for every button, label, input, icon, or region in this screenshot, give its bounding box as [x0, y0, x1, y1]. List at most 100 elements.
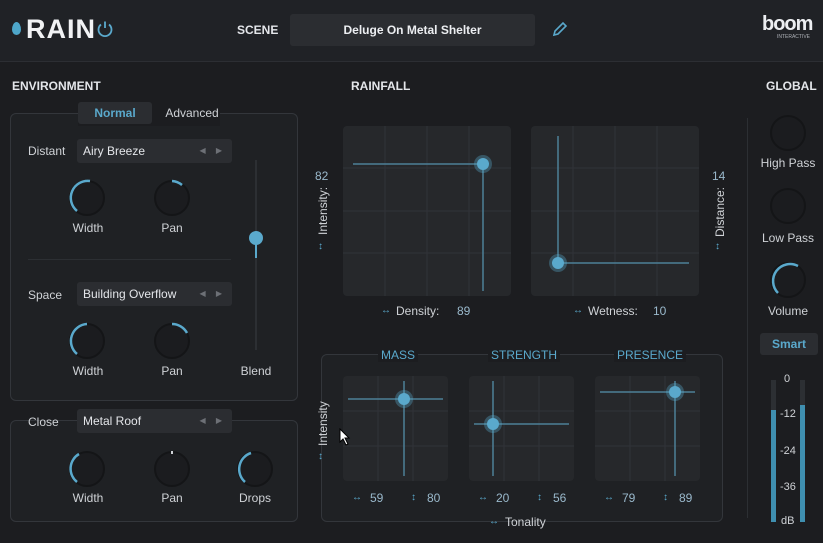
- vertical-arrow-icon: ↕: [411, 492, 416, 503]
- close-width-knob[interactable]: [67, 449, 107, 489]
- low-pass-knob[interactable]: [768, 186, 808, 226]
- strength-y-value: 56: [553, 491, 567, 505]
- edit-pencil-icon[interactable]: [551, 20, 569, 38]
- horizontal-arrow-icon: ↔: [352, 492, 362, 503]
- blend-slider-handle[interactable]: [249, 231, 263, 245]
- pad-grid: [595, 376, 700, 481]
- distant-width-label: Width: [72, 221, 104, 235]
- space-pan-label: Pan: [161, 364, 183, 378]
- space-width-label: Width: [72, 364, 104, 378]
- scene-label: SCENE: [237, 23, 279, 37]
- close-pan-label: Pan: [161, 491, 183, 505]
- close-width-label: Width: [72, 491, 104, 505]
- vertical-arrow-icon: ↕: [537, 492, 542, 503]
- close-label: Close: [28, 415, 59, 429]
- space-pan-knob[interactable]: [152, 321, 192, 361]
- pad-grid: [469, 376, 574, 481]
- raindrop-icon: [12, 22, 21, 35]
- distant-preset-value: Airy Breeze: [83, 144, 146, 158]
- high-pass-knob[interactable]: [768, 113, 808, 153]
- space-preset-select[interactable]: Building Overflow ◀ ▶: [77, 282, 232, 306]
- tab-switch: Normal Advanced: [78, 102, 220, 126]
- pad-grid: [343, 126, 511, 296]
- distant-preset-select[interactable]: Airy Breeze ◀ ▶: [77, 139, 232, 163]
- space-label: Space: [28, 288, 63, 302]
- strength-x-value: 20: [496, 491, 510, 505]
- mass-title: MASS: [378, 348, 419, 362]
- density-label: Density:: [396, 304, 440, 318]
- wetness-value: 10: [653, 304, 667, 318]
- meter-left-fill: [771, 410, 776, 522]
- global-title: GLOBAL: [766, 79, 817, 93]
- global-divider: [747, 118, 748, 518]
- horizontal-arrow-icon: ↔: [381, 305, 391, 316]
- close-preset-select[interactable]: Metal Roof ◀ ▶: [77, 409, 232, 433]
- high-pass-label: High Pass: [760, 156, 816, 170]
- close-drops-knob[interactable]: [235, 449, 275, 489]
- power-icon[interactable]: [96, 20, 114, 38]
- strength-title: STRENGTH: [488, 348, 560, 362]
- rainfall-title: RAINFALL: [351, 79, 411, 93]
- pad-grid: [343, 376, 448, 481]
- space-preset-value: Building Overflow: [83, 287, 177, 301]
- lower-intensity-label: Intensity: [316, 401, 330, 446]
- divider: [28, 259, 231, 260]
- mass-x-value: 59: [370, 491, 384, 505]
- density-value: 89: [457, 304, 471, 318]
- vertical-arrow-icon: ↕: [715, 241, 720, 252]
- vertical-arrow-icon: ↕: [663, 492, 668, 503]
- space-width-knob[interactable]: [67, 321, 107, 361]
- distance-axis-label: Distance:: [713, 186, 727, 237]
- prev-next-arrows-icon[interactable]: ◀ ▶: [199, 409, 226, 433]
- strength-pad[interactable]: [469, 376, 574, 481]
- intensity-density-pad[interactable]: [343, 126, 511, 296]
- meter-db-label: dB: [781, 515, 795, 527]
- distance-wetness-pad[interactable]: [531, 126, 699, 296]
- meter-tick-12: -12: [780, 408, 796, 420]
- volume-knob[interactable]: [768, 260, 808, 300]
- presence-y-value: 89: [679, 491, 693, 505]
- distance-value: 14: [712, 169, 726, 183]
- horizontal-arrow-icon: ↔: [489, 516, 499, 527]
- vertical-arrow-icon: ↕: [318, 241, 323, 252]
- intensity-axis-text: Intensity: [316, 190, 330, 235]
- app-title: RAIN: [26, 14, 96, 44]
- meter-tick-24: -24: [780, 445, 796, 457]
- brand-logo: boom INTERACTIVE: [762, 14, 818, 44]
- close-drops-label: Drops: [238, 491, 271, 505]
- wetness-label: Wetness:: [588, 304, 638, 318]
- blend-label: Blend: [240, 364, 272, 378]
- pad-grid: [531, 126, 699, 296]
- close-preset-value: Metal Roof: [83, 414, 142, 428]
- meter-tick-0: 0: [784, 373, 791, 385]
- low-pass-label: Low Pass: [761, 231, 815, 245]
- vertical-arrow-icon: ↕: [318, 451, 323, 462]
- presence-x-value: 79: [622, 491, 636, 505]
- horizontal-arrow-icon: ↔: [604, 492, 614, 503]
- presence-pad[interactable]: [595, 376, 700, 481]
- horizontal-arrow-icon: ↔: [478, 492, 488, 503]
- meter-right-fill: [800, 405, 805, 522]
- brand-name: boom: [762, 13, 813, 35]
- distance-axis-text: Distance: [713, 190, 727, 237]
- prev-next-arrows-icon[interactable]: ◀ ▶: [199, 282, 226, 306]
- intensity-axis-label: Intensity:: [316, 186, 330, 235]
- distant-pan-label: Pan: [161, 221, 183, 235]
- tab-advanced[interactable]: Advanced: [156, 102, 228, 124]
- mass-y-value: 80: [427, 491, 441, 505]
- distant-label: Distant: [28, 144, 66, 158]
- close-pan-knob[interactable]: [152, 449, 192, 489]
- horizontal-arrow-icon: ↔: [573, 305, 583, 316]
- volume-label: Volume: [767, 304, 809, 318]
- presence-title: PRESENCE: [614, 348, 687, 362]
- prev-next-arrows-icon[interactable]: ◀ ▶: [199, 139, 226, 163]
- mouse-cursor-icon: [339, 428, 351, 446]
- smart-button[interactable]: Smart: [760, 333, 818, 355]
- distant-width-knob[interactable]: [67, 178, 107, 218]
- distant-pan-knob[interactable]: [152, 178, 192, 218]
- intensity-value: 82: [315, 169, 329, 183]
- scene-selector[interactable]: Deluge On Metal Shelter: [290, 14, 535, 46]
- tab-normal[interactable]: Normal: [78, 102, 152, 124]
- mass-pad[interactable]: [343, 376, 448, 481]
- meter-tick-36: -36: [780, 481, 796, 493]
